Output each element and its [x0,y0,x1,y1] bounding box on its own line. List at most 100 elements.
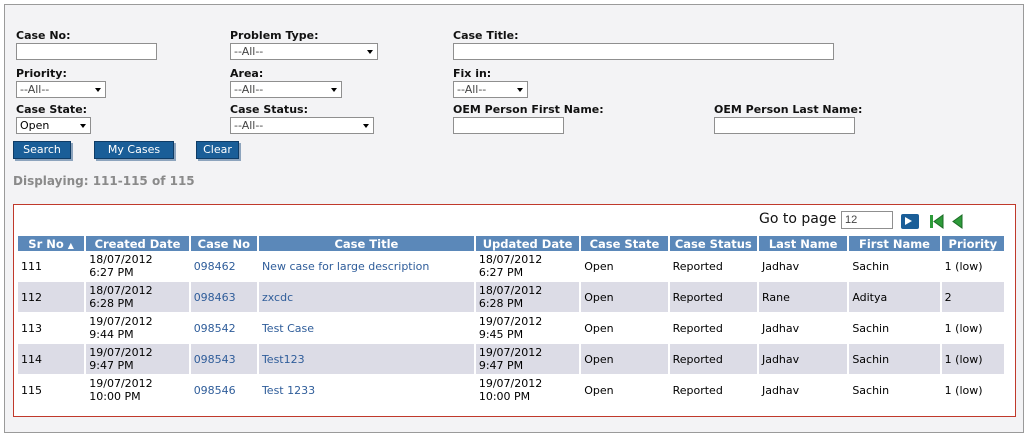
first-name-cell: Sachin [848,343,942,375]
case-status-cell: Reported [668,312,759,344]
case-no-link[interactable]: 098543 [194,353,236,366]
oem-first-name-input[interactable] [453,117,564,134]
table-header-row: Sr No ▲ Created Date Case No Case Title … [18,236,1007,251]
column-header-created-date[interactable]: Created Date [85,236,191,251]
table-row[interactable]: 114 19/07/2012 9:47 PM 098543 Test123 19/… [18,343,1007,375]
problem-type-label: Problem Type: [230,29,319,42]
table-row[interactable]: 111 18/07/2012 6:27 PM 098462 New case fo… [18,251,1007,282]
sr-no-cell: 115 [18,374,87,406]
case-state-cell: Open [580,251,670,282]
first-page-icon[interactable] [929,214,945,229]
case-status-cell: Reported [668,374,759,406]
case-status-cell: Reported [668,281,759,313]
case-no-link[interactable]: 098463 [194,291,236,304]
column-header-case-title[interactable]: Case Title [257,236,476,251]
created-date-cell: 19/07/2012 10:00 PM [85,374,191,406]
case-state-cell: Open [580,312,670,344]
case-no-link[interactable]: 098542 [194,322,236,335]
page-number-input[interactable] [841,211,893,229]
updated-date-cell: 19/07/2012 9:47 PM [474,343,582,375]
first-name-cell: Sachin [848,251,942,282]
updated-date-cell: 19/07/2012 10:00 PM [474,374,582,406]
first-name-cell: Sachin [848,374,942,406]
goto-page-label: Go to page [759,211,837,227]
updated-date-cell: 19/07/2012 9:45 PM [474,312,582,344]
created-date-cell: 19/07/2012 9:47 PM [85,343,191,375]
case-no-cell: 098463 [189,281,259,313]
sr-no-cell: 114 [18,343,87,375]
column-header-sr-no[interactable]: Sr No ▲ [18,236,87,251]
previous-page-icon[interactable] [951,214,963,229]
case-title-cell: Test123 [257,343,476,375]
last-name-cell: Rane [757,281,850,313]
case-no-cell: 098546 [189,374,259,406]
problem-type-select[interactable]: --All-- [230,43,378,60]
case-no-cell: 098543 [189,343,259,375]
case-no-cell: 098462 [189,251,259,282]
case-status-cell: Reported [668,251,759,282]
case-no-link[interactable]: 098546 [194,384,236,397]
oem-first-name-label: OEM Person First Name: [453,103,604,116]
case-state-value: Open [20,119,50,132]
case-state-select[interactable]: Open [16,117,91,134]
priority-cell: 2 [940,281,1007,313]
sort-ascending-icon: ▲ [67,240,74,250]
case-title-link[interactable]: Test 1233 [262,384,315,397]
case-state-cell: Open [580,281,670,313]
case-title-cell: New case for large description [257,251,476,282]
case-title-link[interactable]: Test123 [262,353,305,366]
case-status-select[interactable]: --All-- [230,117,374,134]
column-header-case-status[interactable]: Case Status [668,236,759,251]
last-name-cell: Jadhav [757,374,850,406]
my-cases-button[interactable]: My Cases [94,141,174,159]
last-name-cell: Jadhav [757,343,850,375]
search-button[interactable]: Search [13,141,71,159]
priority-value: --All-- [20,83,50,96]
chevron-down-icon [331,88,337,92]
updated-date-cell: 18/07/2012 6:27 PM [474,251,582,282]
column-header-case-no[interactable]: Case No [189,236,259,251]
clear-button[interactable]: Clear [196,141,239,159]
table-row[interactable]: 115 19/07/2012 10:00 PM 098546 Test 1233 … [18,374,1007,406]
first-name-cell: Aditya [848,281,942,313]
created-date-cell: 19/07/2012 9:44 PM [85,312,191,344]
case-no-link[interactable]: 098462 [194,260,236,273]
case-no-label: Case No: [16,29,71,42]
oem-last-name-input[interactable] [714,117,855,134]
updated-date-cell: 18/07/2012 6:28 PM [474,281,582,313]
fix-in-value: --All-- [457,83,487,96]
chevron-down-icon [80,124,86,128]
priority-cell: 1 (low) [940,312,1007,344]
column-header-case-state[interactable]: Case State [580,236,670,251]
sr-no-cell: 112 [18,281,87,313]
chevron-down-icon [95,88,101,92]
table-row[interactable]: 112 18/07/2012 6:28 PM 098463 zxcdc 18/07… [18,281,1007,313]
chevron-down-icon [363,124,369,128]
results-grid: Go to page Sr No ▲ Created Date Case No … [13,204,1016,417]
case-no-cell: 098542 [189,312,259,344]
case-title-cell: Test Case [257,312,476,344]
sr-no-cell: 113 [18,312,87,344]
fix-in-select[interactable]: --All-- [453,81,528,98]
case-no-input[interactable] [16,43,157,60]
case-title-link[interactable]: New case for large description [262,260,429,273]
column-header-priority[interactable]: Priority [940,236,1007,251]
problem-type-value: --All-- [234,45,264,58]
created-date-cell: 18/07/2012 6:28 PM [85,281,191,313]
area-value: --All-- [234,83,264,96]
priority-select[interactable]: --All-- [16,81,106,98]
table-row[interactable]: 113 19/07/2012 9:44 PM 098542 Test Case 1… [18,312,1007,344]
arrow-right-icon[interactable] [901,214,919,229]
column-header-last-name[interactable]: Last Name [757,236,850,251]
case-title-input[interactable] [453,43,834,60]
priority-cell: 1 (low) [940,251,1007,282]
case-title-link[interactable]: Test Case [262,322,314,335]
column-header-first-name[interactable]: First Name [848,236,942,251]
column-header-updated-date[interactable]: Updated Date [474,236,582,251]
case-state-cell: Open [580,343,670,375]
last-name-cell: Jadhav [757,251,850,282]
chevron-down-icon [517,88,523,92]
area-select[interactable]: --All-- [230,81,342,98]
case-status-cell: Reported [668,343,759,375]
case-title-link[interactable]: zxcdc [262,291,293,304]
